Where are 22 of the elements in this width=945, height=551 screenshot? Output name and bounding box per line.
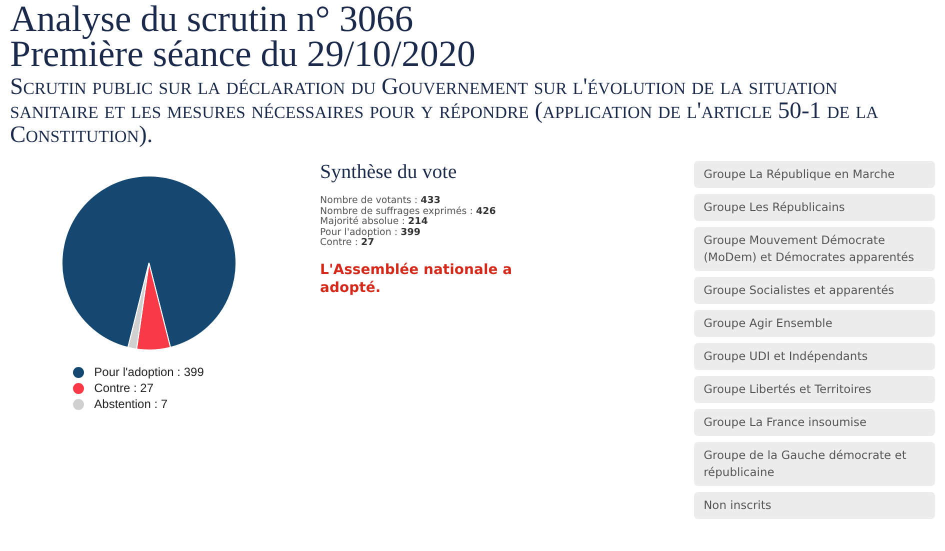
- stat-line: Nombre de suffrages exprimés : 426: [320, 206, 497, 216]
- group-button[interactable]: Groupe Mouvement Démocrate (MoDem) et Démocrates apparentés: [694, 227, 935, 271]
- stat-line: Nombre de votants : 433: [320, 196, 442, 206]
- group-button[interactable]: Groupe La France insoumise: [694, 409, 935, 436]
- group-button[interactable]: Groupe Agir Ensemble: [694, 310, 935, 337]
- result-text: L'Assemblée nationale a adopté.: [320, 260, 514, 296]
- group-button[interactable]: Groupe La République en Marche: [694, 161, 935, 188]
- stat-line: Contre : 27: [320, 238, 374, 248]
- group-button[interactable]: Groupe Libertés et Territoires: [694, 376, 935, 403]
- group-button[interactable]: Groupe de la Gauche démocrate et républicaine: [694, 442, 935, 486]
- legend-label: Pour l'adoption : 399: [94, 365, 204, 379]
- legend-label: Contre : 27: [94, 381, 154, 395]
- stat-line: Pour l'adoption : 399: [320, 228, 422, 238]
- group-button[interactable]: Non inscrits: [694, 492, 935, 519]
- summary-heading: Synthèse du vote: [320, 161, 458, 184]
- stat-line: Majorité absolue : 214: [320, 217, 429, 228]
- group-button[interactable]: Groupe Socialistes et apparentés: [694, 277, 935, 304]
- group-button[interactable]: Groupe UDI et Indépendants: [694, 343, 935, 370]
- legend-label: Abstention : 7: [94, 397, 168, 411]
- page-title: Analyse du scrutin n° 3066: [10, 2, 414, 37]
- group-button[interactable]: Groupe Les Républicains: [694, 194, 935, 221]
- vote-subject: Scrutin public sur la déclaration du Gouvernement sur l'évolution de la situation sanitaire et les mesures nécessaires pour y répondre (application de l'article 50-1 de la Constitution).: [10, 75, 880, 147]
